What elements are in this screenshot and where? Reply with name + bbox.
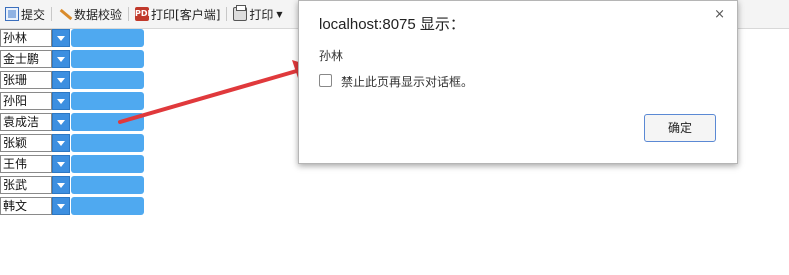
close-icon[interactable]: × bbox=[714, 7, 725, 22]
dialog-message: 孙林 bbox=[319, 49, 344, 63]
alert-dialog: localhost:8075 显示： × 孙林 禁止此页再显示对话框。 确定 bbox=[298, 0, 738, 164]
suppress-dialogs-checkbox[interactable] bbox=[319, 74, 332, 87]
suppress-dialogs-label[interactable]: 禁止此页再显示对话框。 bbox=[341, 73, 473, 90]
annotation-arrow-shaft bbox=[118, 68, 302, 124]
ok-button[interactable]: 确定 bbox=[644, 114, 716, 142]
dialog-title: localhost:8075 显示： bbox=[319, 16, 465, 33]
